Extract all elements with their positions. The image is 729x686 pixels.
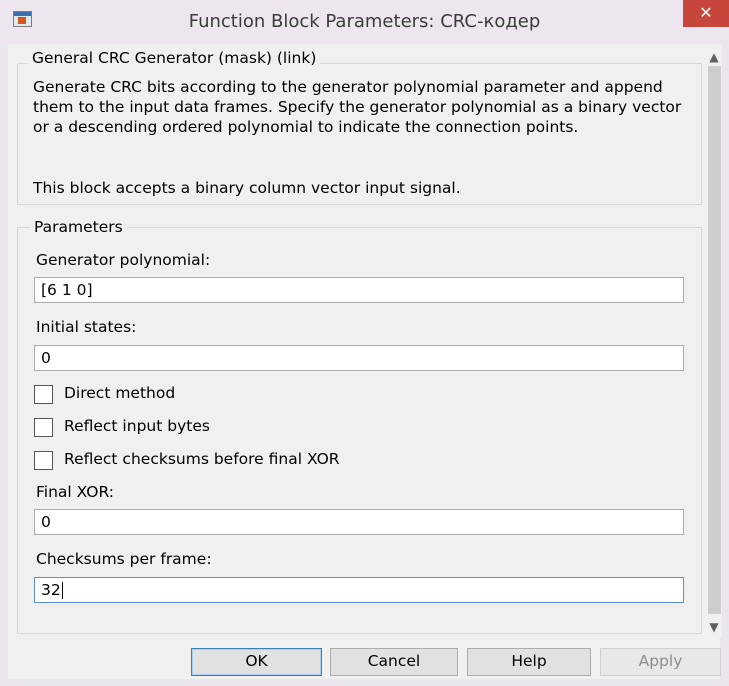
text-caret: [61, 582, 63, 599]
scroll-thumb[interactable]: [708, 66, 721, 614]
block-input-note: This block accepts a binary column vecto…: [33, 179, 461, 197]
window-title: Function Block Parameters: CRC-кодер: [188, 11, 541, 32]
final-xor-label: Final XOR:: [36, 483, 114, 501]
direct-method-label: Direct method: [64, 384, 176, 402]
reflect-input-bytes-label: Reflect input bytes: [64, 417, 210, 435]
vertical-scrollbar[interactable]: ▲ ▼: [706, 44, 722, 638]
ok-button[interactable]: OK: [191, 648, 322, 676]
title-bar[interactable]: Function Block Parameters: CRC-кодер ✕: [0, 0, 729, 44]
initial-states-value: 0: [41, 349, 51, 367]
initial-states-input[interactable]: 0: [34, 345, 684, 371]
generator-polynomial-value: [6 1 0]: [41, 281, 93, 299]
help-button[interactable]: Help: [467, 648, 591, 676]
scroll-down-icon[interactable]: ▼: [706, 618, 722, 636]
final-xor-input[interactable]: 0: [34, 509, 684, 535]
checksums-per-frame-input[interactable]: 32: [34, 577, 684, 603]
block-description: Generate CRC bits according to the gener…: [33, 78, 682, 136]
generator-polynomial-label: Generator polynomial:: [36, 251, 211, 269]
direct-method-checkbox[interactable]: [34, 385, 53, 404]
generator-polynomial-input[interactable]: [6 1 0]: [34, 277, 684, 303]
initial-states-label: Initial states:: [36, 318, 137, 336]
mask-group-title: General CRC Generator (mask) (link): [28, 49, 321, 67]
parameters-group-title: Parameters: [30, 218, 127, 236]
reflect-checksums-label: Reflect checksums before final XOR: [64, 450, 340, 468]
apply-button[interactable]: Apply: [600, 648, 721, 676]
close-button[interactable]: ✕: [683, 0, 729, 27]
reflect-input-bytes-checkbox[interactable]: [34, 418, 53, 437]
reflect-checksums-checkbox[interactable]: [34, 451, 53, 470]
scroll-up-icon[interactable]: ▲: [706, 48, 722, 66]
close-icon: ✕: [699, 3, 713, 22]
final-xor-value: 0: [41, 513, 51, 531]
checksums-per-frame-value: 32: [41, 581, 61, 599]
dialog-window: Function Block Parameters: CRC-кодер ✕ G…: [0, 0, 729, 686]
checksums-per-frame-label: Checksums per frame:: [36, 550, 212, 568]
cancel-button[interactable]: Cancel: [330, 648, 458, 676]
